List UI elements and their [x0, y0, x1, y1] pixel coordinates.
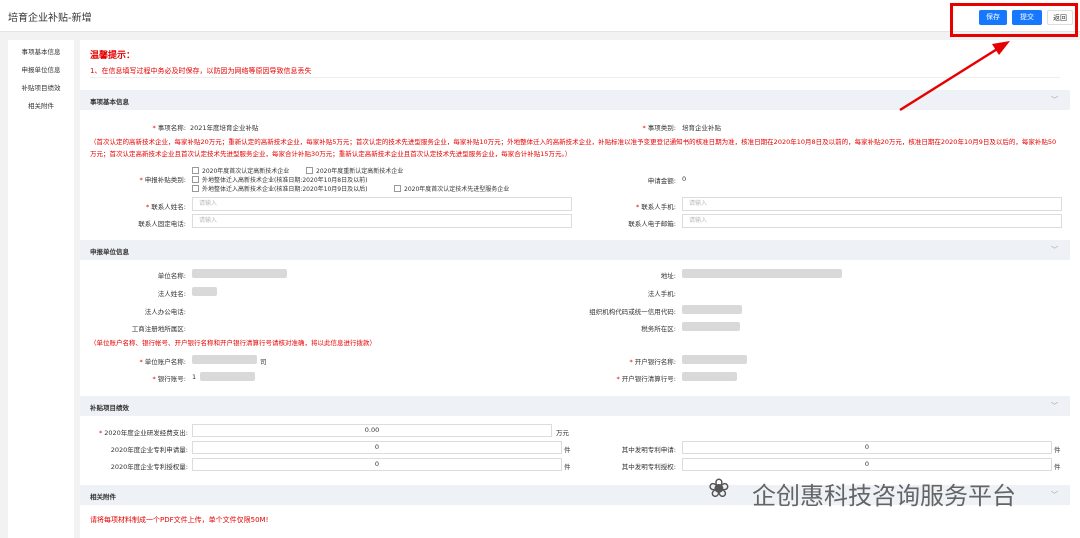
wechat-icon: ❀	[708, 474, 730, 504]
watermark-text: 企创惠科技咨询服务平台	[752, 482, 1016, 510]
annotation-arrow	[899, 41, 1010, 112]
